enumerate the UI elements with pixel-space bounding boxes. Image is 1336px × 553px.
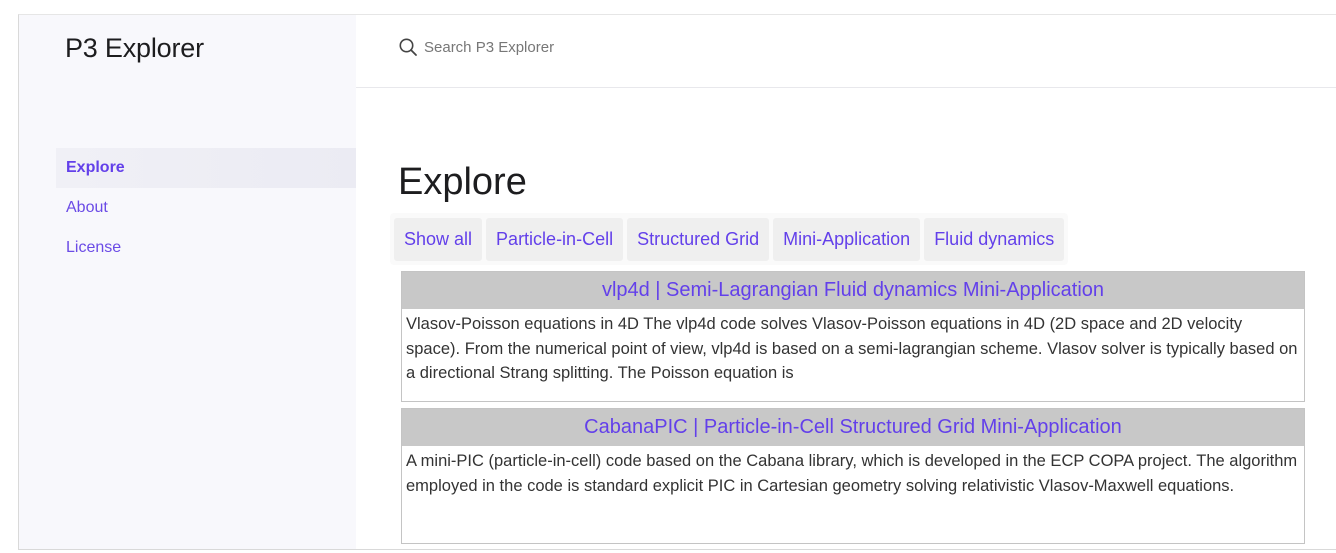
main-content: Explore Show all Particle-in-Cell Struct… <box>356 89 1336 549</box>
filter-show-all-button[interactable]: Show all <box>394 218 483 261</box>
filter-fluid-dynamics-button[interactable]: Fluid dynamics <box>924 218 1065 261</box>
sidebar-nav: Explore About License <box>56 148 356 268</box>
app-title[interactable]: P3 Explorer <box>65 33 204 64</box>
filter-structured-grid-button[interactable]: Structured Grid <box>627 218 770 261</box>
sidebar-item-license[interactable]: License <box>56 228 356 268</box>
filter-particle-in-cell-button[interactable]: Particle-in-Cell <box>486 218 624 261</box>
top-bar <box>356 15 1336 88</box>
card-title-link[interactable]: vlp4d | Semi-Lagrangian Fluid dynamics M… <box>402 272 1304 309</box>
card-description: Vlasov-Poisson equations in 4D The vlp4d… <box>406 315 1298 382</box>
app-window: P3 Explorer Explore About License Explor… <box>18 14 1336 550</box>
filter-bar: Show all Particle-in-Cell Structured Gri… <box>390 213 1069 265</box>
filter-mini-application-button[interactable]: Mini-Application <box>773 218 921 261</box>
project-card: vlp4d | Semi-Lagrangian Fluid dynamics M… <box>401 271 1305 402</box>
sidebar-item-about[interactable]: About <box>56 188 356 228</box>
project-card: CabanaPIC | Particle-in-Cell Structured … <box>401 408 1305 544</box>
card-title-link[interactable]: CabanaPIC | Particle-in-Cell Structured … <box>402 409 1304 446</box>
page-title: Explore <box>398 161 527 203</box>
sidebar-item-explore[interactable]: Explore <box>56 148 356 188</box>
sidebar: P3 Explorer Explore About License <box>19 15 356 549</box>
search-icon <box>398 37 418 57</box>
search-input[interactable] <box>424 38 724 56</box>
card-description: A mini-PIC (particle-in-cell) code based… <box>406 452 1298 495</box>
search-box <box>398 37 724 57</box>
